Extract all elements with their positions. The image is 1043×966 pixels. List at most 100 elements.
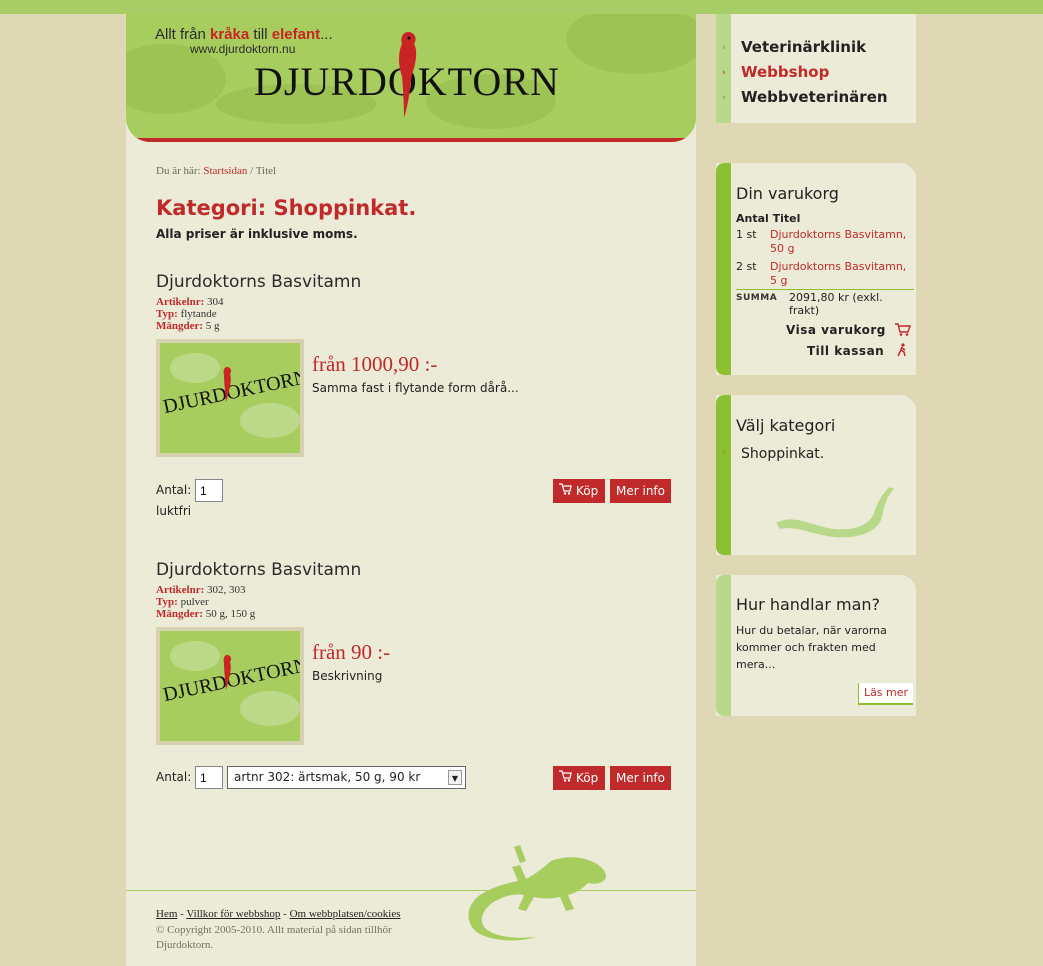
variant-select[interactable]: artnr 302: ärtsmak, 50 g, 90 kr ▼: [227, 766, 466, 789]
artnr-label: Artikelnr:: [156, 584, 205, 596]
header-decoration: [566, 14, 696, 74]
category-box: Välj kategori › Shoppinkat.: [716, 395, 916, 555]
cart-row-title[interactable]: Djurdoktorns Basvitamn, 5 g: [770, 260, 915, 288]
quantity-input[interactable]: [195, 479, 223, 502]
amounts-value: 5 g: [205, 320, 220, 332]
amounts-label: Mängder:: [156, 608, 204, 620]
more-info-button[interactable]: Mer info: [610, 479, 671, 503]
type-label: Typ:: [156, 308, 178, 320]
parrot-icon: [223, 367, 231, 402]
type-label: Typ:: [156, 596, 178, 608]
main-nav: › Veterinärklinik › Webbshop › Webbveter…: [716, 14, 916, 123]
walker-icon: [897, 343, 906, 357]
artnr-value: 302, 303: [207, 584, 246, 596]
quantity-input[interactable]: [195, 766, 223, 789]
footer-link-home[interactable]: Hem: [156, 908, 177, 920]
parrot-icon: [223, 655, 231, 690]
cart-header-row: Antal Titel: [736, 212, 914, 225]
arrow-icon: ›: [722, 448, 726, 458]
help-title: Hur handlar man?: [736, 595, 881, 614]
site-url: www.djurdoktorn.nu: [190, 42, 296, 56]
footer-links: Hem - Villkor för webbshop - Om webbplat…: [156, 908, 401, 920]
amounts-label: Mängder:: [156, 320, 204, 332]
artnr-value: 304: [207, 296, 224, 308]
breadcrumb-separator: /: [247, 165, 256, 177]
nav-item-veterinarklinik[interactable]: Veterinärklinik: [741, 38, 866, 56]
help-box: Hur handlar man? Hur du betalar, när var…: [716, 575, 916, 716]
view-cart-label: Visa varukorg: [786, 323, 886, 337]
product-thumbnail[interactable]: DJURDOKTORN: [156, 627, 304, 745]
header-underline: [126, 138, 696, 142]
snake-icon: [776, 487, 894, 538]
category-stripe: [716, 395, 731, 555]
footer-divider: [126, 890, 696, 891]
variant-selected: artnr 302: ärtsmak, 50 g, 90 kr: [234, 770, 421, 784]
image-decoration: [240, 403, 300, 438]
read-more-button[interactable]: Läs mer: [858, 683, 913, 705]
product-description: Samma fast i flytande form dårå...: [312, 381, 519, 395]
lizard-icon: [468, 845, 606, 941]
quantity-label: Antal:: [156, 770, 192, 784]
product-meta: Artikelnr: 302, 303 Typ: pulver Mängder:…: [156, 584, 671, 620]
breadcrumb: Du är här: Startsidan / Titel: [156, 165, 276, 177]
tagline-text: ...: [320, 26, 333, 43]
cart-icon: [559, 483, 572, 495]
tagline-highlight: elefant: [271, 26, 321, 43]
product-name[interactable]: Djurdoktorns Basvitamn: [156, 272, 671, 292]
buy-label: Köp: [576, 484, 599, 498]
cart-icon: [559, 770, 572, 782]
type-value: flytande: [180, 308, 217, 320]
cart-row-qty: 1 st: [736, 228, 757, 241]
buy-button[interactable]: Köp: [553, 766, 605, 790]
product-description: Beskrivning: [312, 669, 383, 683]
breadcrumb-prefix: Du är här:: [156, 165, 201, 177]
type-value: pulver: [180, 596, 209, 608]
footer-separator: -: [280, 908, 290, 920]
tagline: Allt från kråka till elefant...: [155, 26, 333, 43]
cart-row: 2 st Djurdoktorns Basvitamn, 5 g: [736, 260, 914, 292]
cart-table: Antal Titel 1 st Djurdoktorns Basvitamn,…: [736, 212, 914, 292]
cart-col-qty: Antal: [736, 212, 769, 225]
footer-link-about[interactable]: Om webbplatsen/cookies: [290, 908, 401, 920]
checkout-label: Till kassan: [807, 344, 885, 358]
category-item-shoppinkat[interactable]: Shoppinkat.: [741, 446, 824, 462]
more-info-button[interactable]: Mer info: [610, 766, 671, 790]
breadcrumb-current: Titel: [255, 165, 277, 177]
view-cart-link[interactable]: Visa varukorg: [786, 323, 911, 337]
product-name[interactable]: Djurdoktorns Basvitamn: [156, 560, 671, 580]
product-card: Djurdoktorns Basvitamn Artikelnr: 304 Ty…: [156, 272, 671, 518]
site-header: Allt från kråka till elefant... www.djur…: [126, 14, 696, 142]
product-card: Djurdoktorns Basvitamn Artikelnr: 302, 3…: [156, 560, 671, 790]
nav-item-webbveterinaren[interactable]: Webbveterinären: [741, 88, 888, 106]
footer-link-terms[interactable]: Villkor för webbshop: [186, 908, 280, 920]
tagline-highlight: kråka: [210, 26, 250, 43]
checkout-link[interactable]: Till kassan: [807, 343, 909, 358]
image-decoration: [170, 641, 220, 671]
vat-note: Alla priser är inklusive moms.: [156, 227, 358, 241]
image-decoration: [170, 353, 220, 383]
cart-title: Din varukorg: [736, 184, 839, 203]
nav-item-webbshop[interactable]: Webbshop: [741, 63, 829, 81]
top-bar: [0, 0, 1043, 14]
cart-row: 1 st Djurdoktorns Basvitamn, 50 g: [736, 228, 914, 260]
amounts-value: 50 g, 150 g: [205, 608, 256, 620]
footer-separator: -: [177, 908, 187, 920]
category-title: Välj kategori: [736, 416, 836, 435]
cart-sum-label: SUMMA: [736, 293, 778, 303]
cart-row-title[interactable]: Djurdoktorns Basvitamn, 50 g: [770, 228, 915, 256]
cart-sum-value: 2091,80 kr (exkl. frakt): [789, 291, 883, 317]
product-image: DJURDOKTORN: [160, 631, 300, 741]
cart-icon: [894, 323, 911, 336]
breadcrumb-home-link[interactable]: Startsidan: [203, 165, 247, 177]
help-text: Hur du betalar, när varorna kommer och f…: [736, 624, 887, 671]
tagline-text: till: [253, 26, 268, 43]
cart-row-qty: 2 st: [736, 260, 757, 273]
buy-button[interactable]: Köp: [553, 479, 605, 503]
product-price: från 90 :-: [312, 640, 391, 664]
chevron-down-icon[interactable]: ▼: [448, 770, 462, 785]
copyright: © Copyright 2005-2010. Allt material på …: [156, 924, 392, 951]
product-thumbnail[interactable]: DJURDOKTORN: [156, 339, 304, 457]
parrot-icon: [399, 32, 417, 118]
buy-label: Köp: [576, 771, 599, 785]
arrow-icon: ›: [722, 68, 726, 78]
